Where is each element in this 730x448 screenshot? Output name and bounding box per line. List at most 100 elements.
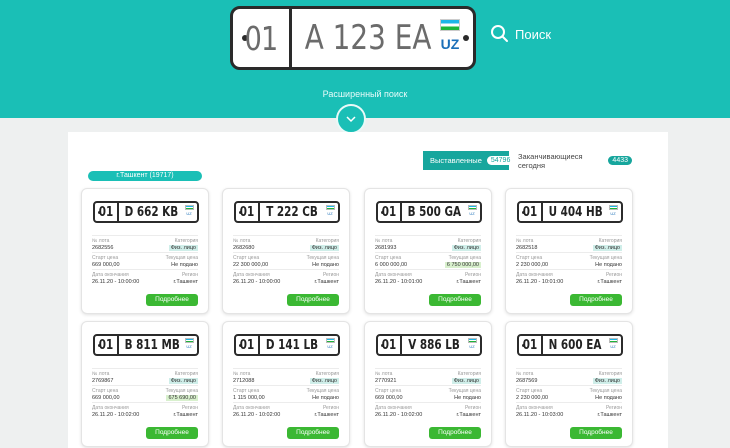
plate-country-code: UZ: [186, 211, 192, 216]
lot-number: 2687569: [516, 378, 538, 384]
uzbekistan-flag-icon: [440, 19, 460, 31]
category-label: Категория: [457, 371, 481, 377]
start-price-value: 669 000,00: [375, 395, 403, 401]
lot-info-row: № лота Категория 2712088 Физ. лицо: [233, 368, 339, 385]
details-button[interactable]: Подробнее: [570, 294, 622, 306]
current-price-value: Не подано: [595, 262, 622, 268]
search-button[interactable]: Поиск: [490, 24, 551, 44]
plate-code: 01: [98, 337, 114, 353]
price-row: Старт цена Текущая цена 669 000,00 Не подан…: [92, 252, 198, 269]
details-button[interactable]: Подробнее: [146, 427, 198, 439]
plate-country-code: UZ: [469, 344, 475, 349]
plate-number: D 141 LB: [265, 337, 319, 353]
plate-code: 01: [98, 204, 114, 220]
advanced-search-toggle[interactable]: [336, 104, 366, 134]
plate-code: 01: [522, 337, 538, 353]
tab-ending-today-label: Заканчивающиеся сегодня: [518, 151, 583, 170]
plate-number: B 500 GA: [407, 204, 462, 220]
lot-card[interactable]: 01 D 662 KB UZ № лота Категория 2682556 Физ. л…: [81, 188, 209, 314]
plate-divider: [541, 336, 543, 354]
plate-number: V 886 LB: [408, 337, 460, 353]
plate-divider: [400, 336, 402, 354]
details-button[interactable]: Подробнее: [146, 294, 198, 306]
category-value: Физ. лицо: [309, 245, 339, 251]
plate-country: UZ: [325, 205, 335, 216]
start-price-value: 2 230 000,00: [516, 395, 549, 401]
license-plate: 01 D 662 KB UZ: [93, 201, 199, 223]
uzbekistan-flag-icon: [608, 338, 618, 343]
region-value: г.Ташкент: [173, 279, 198, 285]
end-date-value: 26.11.20 - 10:01:00: [375, 279, 423, 285]
category-value: Физ. лицо: [168, 245, 198, 251]
start-price-value: 6 000 000,00: [375, 262, 408, 268]
region-label: Регион: [181, 405, 198, 411]
price-row: Старт цена Текущая цена 2 230 000,00 Не под…: [516, 252, 622, 269]
advanced-search-link[interactable]: Расширенный поиск: [0, 89, 730, 99]
end-date-value: 26.11.20 - 10:02:00: [233, 412, 281, 418]
lot-card[interactable]: 01 D 141 LB UZ № лота Категория 2712088 Физ. л…: [222, 321, 350, 447]
region-value: г.Ташкент: [597, 279, 622, 285]
end-date-label: Дата окончания: [516, 272, 553, 278]
hero-plate-code: 01: [244, 18, 279, 58]
date-row: Дата окончания Регион 26.11.20 - 10:02:00 г…: [375, 402, 481, 419]
lot-card[interactable]: 01 T 222 CB UZ № лота Категория 2682680 Физ. л…: [222, 188, 350, 314]
region-label: Регион: [605, 272, 622, 278]
end-date-label: Дата окончания: [92, 272, 129, 278]
end-date-label: Дата окончания: [92, 405, 129, 411]
details-button[interactable]: Подробнее: [287, 427, 339, 439]
date-row: Дата окончания Регион 26.11.20 - 10:00:00 г…: [92, 269, 198, 286]
plate-code: 01: [239, 337, 255, 353]
region-value: г.Ташкент: [456, 412, 481, 418]
current-price-value: Не подано: [454, 395, 481, 401]
date-row: Дата окончания Регион 26.11.20 - 10:01:00 г…: [375, 269, 481, 286]
plate-country: UZ: [184, 205, 194, 216]
uzbekistan-flag-icon: [325, 338, 335, 343]
plate-divider: [400, 203, 402, 221]
plate-rivet-icon: [463, 35, 469, 41]
category-label: Категория: [457, 238, 481, 244]
region-label: Регион: [181, 272, 198, 278]
lot-label: № лота: [516, 238, 534, 244]
end-date-label: Дата окончания: [233, 272, 270, 278]
uzbekistan-flag-icon: [467, 338, 477, 343]
lot-number: 2712088: [233, 378, 255, 384]
tab-listed[interactable]: Выставленные 54796: [423, 151, 515, 170]
lot-number: 2682680: [233, 245, 255, 251]
city-filter-chip[interactable]: г.Ташкент (19717): [88, 171, 202, 181]
current-price-label: Текущая цена: [448, 388, 481, 394]
plate-number: B 811 MB: [124, 337, 180, 353]
lot-card[interactable]: 01 N 600 EA UZ № лота Категория 2687569 Физ. л…: [505, 321, 633, 447]
category-value: Физ. лицо: [592, 245, 622, 251]
details-button[interactable]: Подробнее: [570, 427, 622, 439]
lot-card[interactable]: 01 B 500 GA UZ № лота Категория 2681993 Физ. л…: [364, 188, 492, 314]
uzbekistan-flag-icon: [325, 205, 335, 210]
plate-country-code: UZ: [469, 211, 475, 216]
license-plate: 01 V 886 LB UZ: [376, 334, 482, 356]
date-row: Дата окончания Регион 26.11.20 - 10:02:00 г…: [92, 402, 198, 419]
lot-info-row: № лота Категория 2681993 Физ. лицо: [375, 235, 481, 252]
plate-divider: [289, 9, 292, 67]
region-label: Регион: [464, 272, 481, 278]
plate-divider: [117, 336, 119, 354]
plate-divider: [258, 336, 260, 354]
current-price-value: Не подано: [595, 395, 622, 401]
lot-card[interactable]: 01 U 404 HB UZ № лота Категория 2682518 Физ. л…: [505, 188, 633, 314]
tab-ending-today[interactable]: Заканчивающиеся сегодня 4433: [512, 151, 632, 170]
details-button[interactable]: Подробнее: [429, 427, 481, 439]
plate-code: 01: [381, 337, 397, 353]
category-value: Физ. лицо: [451, 378, 481, 384]
uzbekistan-flag-icon: [608, 205, 618, 210]
plate-number: D 662 KB: [124, 204, 179, 220]
details-button[interactable]: Подробнее: [287, 294, 339, 306]
lot-card[interactable]: 01 V 886 LB UZ № лота Категория 2770921 Физ. л…: [364, 321, 492, 447]
start-price-label: Старт цена: [233, 255, 260, 261]
lot-card[interactable]: 01 B 811 MB UZ № лота Категория 2769867 Физ. л…: [81, 321, 209, 447]
plate-code: 01: [381, 204, 397, 220]
plate-number: N 600 EA: [548, 337, 602, 353]
region-value: г.Ташкент: [456, 279, 481, 285]
end-date-label: Дата окончания: [375, 405, 412, 411]
lot-info-row: № лота Категория 2769867 Физ. лицо: [92, 368, 198, 385]
details-button[interactable]: Подробнее: [429, 294, 481, 306]
region-value: г.Ташкент: [314, 279, 339, 285]
hero-plate-country-code: UZ: [440, 36, 460, 52]
